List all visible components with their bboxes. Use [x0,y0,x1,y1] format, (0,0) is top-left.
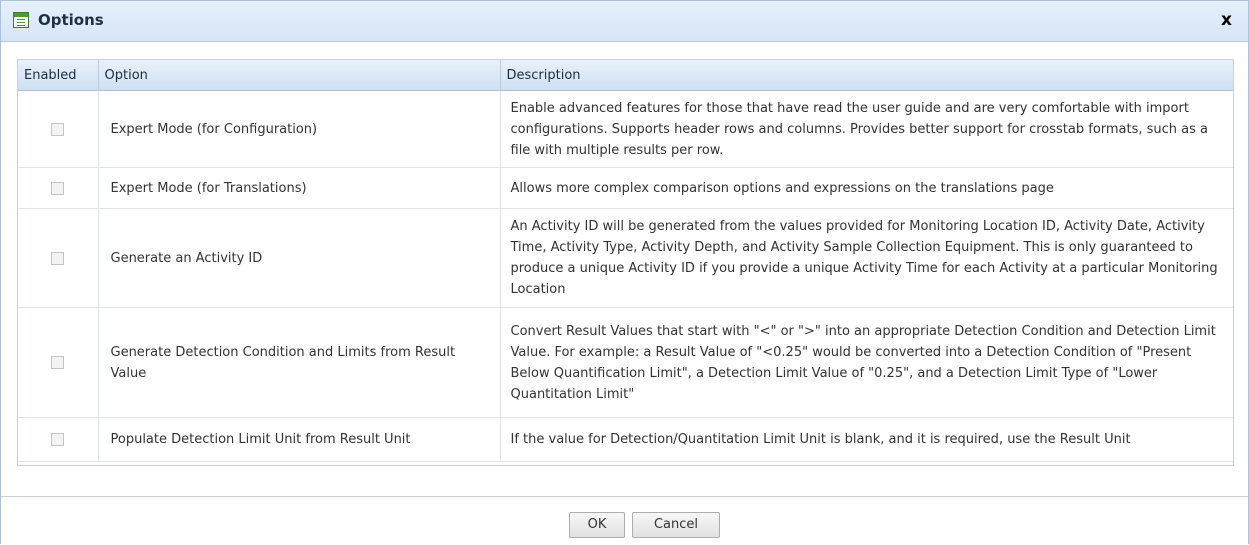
enabled-cell [18,307,99,418]
dialog-footer: OK Cancel [1,496,1248,545]
table-row: Generate Detection Condition and Limits … [18,307,1233,418]
table-row: Expert Mode (for Configuration) Enable a… [18,90,1233,168]
enabled-checkbox[interactable] [51,356,65,369]
enabled-cell [18,90,99,168]
option-name: Generate Detection Condition and Limits … [98,307,501,418]
options-dialog: Options x Enabled Option Description Exp… [0,0,1249,545]
close-icon[interactable]: x [1221,10,1232,30]
option-description: An Activity ID will be generated from th… [500,208,1233,308]
option-name: Expert Mode (for Configuration) [98,90,501,168]
column-header-option[interactable]: Option [98,60,501,91]
option-name: Generate an Activity ID [98,208,501,308]
dialog-title: Options [38,11,104,29]
enabled-cell [18,167,99,209]
enabled-checkbox[interactable] [51,181,65,195]
table-row: Populate Detection Limit Unit from Resul… [18,417,1233,462]
option-name: Expert Mode (for Translations) [98,167,501,209]
column-header-description[interactable]: Description [500,60,1233,91]
enabled-cell [18,208,99,308]
enabled-checkbox[interactable] [51,433,65,446]
options-grid: Enabled Option Description Expert Mode (… [17,59,1234,466]
table-row: Generate an Activity ID An Activity ID w… [18,208,1233,308]
enabled-cell [18,417,99,462]
option-description: If the value for Detection/Quantitation … [500,417,1233,462]
cancel-button[interactable]: Cancel [632,512,720,538]
option-name: Populate Detection Limit Unit from Resul… [98,417,501,462]
option-description: Allows more complex comparison options a… [500,167,1233,209]
table-row: Expert Mode (for Translations) Allows mo… [18,167,1233,209]
option-description: Enable advanced features for those that … [500,90,1233,168]
list-icon [13,12,29,28]
enabled-checkbox[interactable] [51,251,65,265]
option-description: Convert Result Values that start with "<… [500,307,1233,418]
grid-header-row: Enabled Option Description [18,60,1233,91]
ok-button[interactable]: OK [569,512,625,538]
column-header-enabled[interactable]: Enabled [18,60,99,91]
enabled-checkbox[interactable] [51,122,65,136]
dialog-titlebar[interactable]: Options x [1,1,1248,42]
